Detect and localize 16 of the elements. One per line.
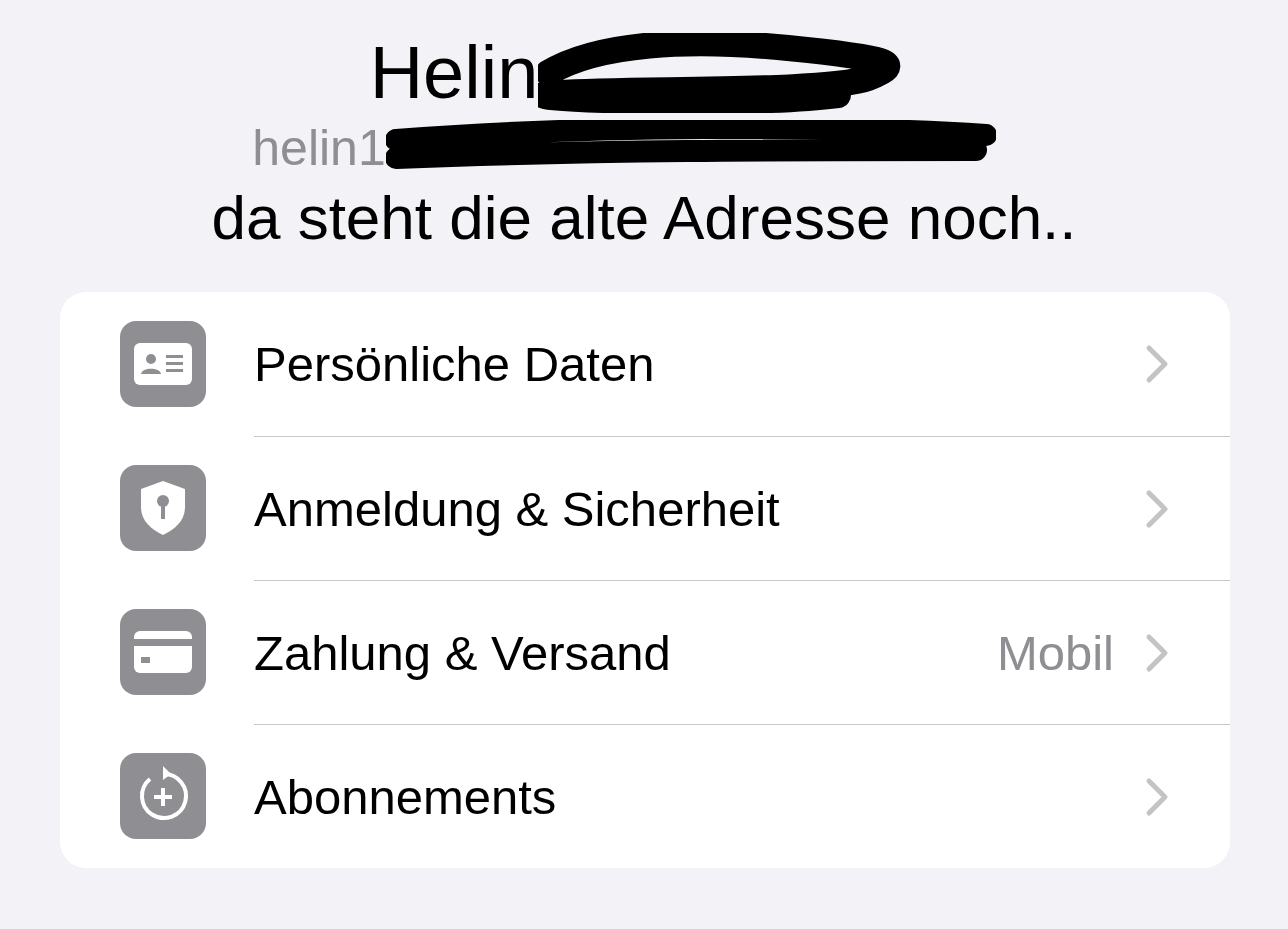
chevron-icon[interactable] bbox=[1144, 632, 1170, 673]
account-name: Helin bbox=[369, 30, 539, 116]
shield-icon bbox=[120, 465, 206, 551]
caption-text: da steht die alte Adresse noch.. bbox=[211, 182, 1077, 254]
subscription-icon bbox=[120, 753, 206, 839]
row-label[interactable]: Anmeldung & Sicherheit bbox=[254, 480, 1144, 537]
card-icon bbox=[120, 609, 206, 695]
chevron-icon[interactable] bbox=[1144, 344, 1170, 384]
row-value: Mobil bbox=[996, 624, 1114, 681]
id-card-icon bbox=[120, 321, 206, 407]
row-label[interactable]: Persönliche Daten bbox=[254, 336, 1144, 392]
account-email: helin1 bbox=[252, 119, 386, 178]
row-label[interactable]: Abonnements bbox=[254, 768, 1144, 825]
chevron-icon[interactable] bbox=[1144, 488, 1170, 529]
row-label[interactable]: Zahlung & Versand bbox=[254, 624, 997, 681]
chevron-icon[interactable] bbox=[1144, 776, 1170, 817]
